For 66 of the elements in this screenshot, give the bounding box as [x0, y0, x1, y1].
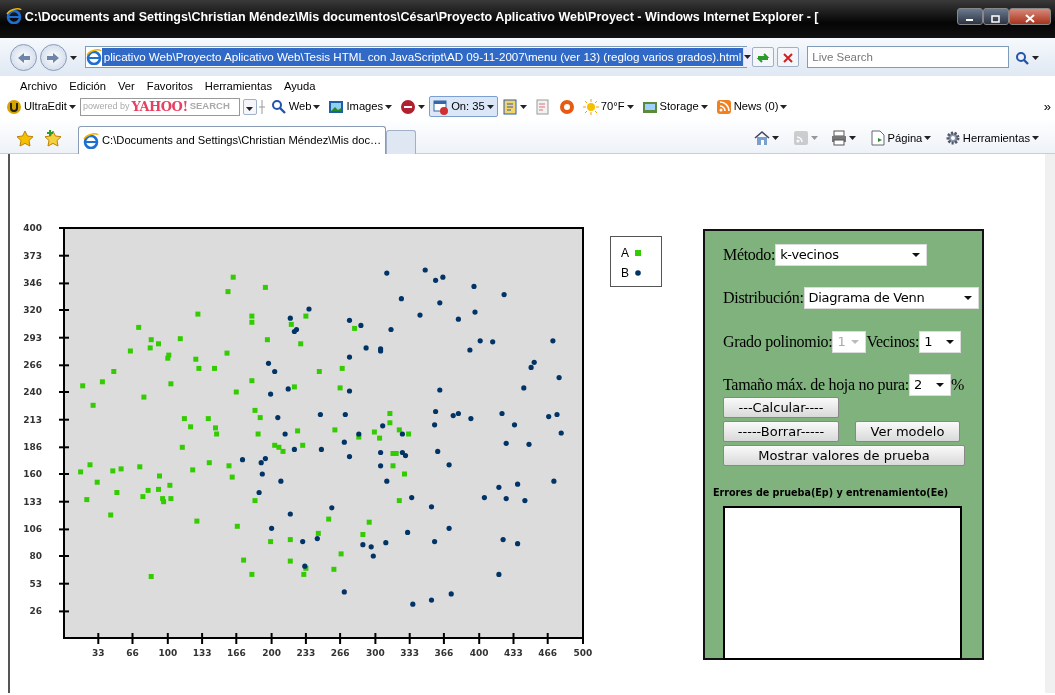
- view-model-button[interactable]: Ver modelo: [855, 421, 960, 442]
- y-tick-label: 373: [23, 250, 42, 261]
- clear-button[interactable]: -----Borrar-----: [723, 421, 839, 442]
- toolbar-button[interactable]: 70°F: [578, 96, 638, 117]
- legend-label: B: [621, 265, 629, 282]
- x-tick-label: 400: [469, 648, 489, 658]
- toolbar-button[interactable]: UltraEdit: [2, 96, 80, 117]
- y-tick-label: 106: [23, 524, 42, 535]
- command-button[interactable]: Página: [865, 130, 936, 147]
- section-heading: Errores de prueba(Ep) y entrenamiento(Ee): [713, 486, 950, 500]
- field-label: Distribución:: [723, 288, 804, 308]
- command-button[interactable]: Herramientas: [940, 130, 1043, 147]
- y-tick-label: 346: [23, 278, 42, 289]
- dropdown-select[interactable]: Diagrama de Venn: [803, 287, 979, 309]
- toolbar-button[interactable]: Storage: [637, 96, 712, 117]
- show-test-values-button[interactable]: Mostrar valores de prueba: [723, 445, 965, 466]
- search-field[interactable]: Live Search: [807, 46, 1010, 68]
- x-tick-label: 333: [400, 648, 420, 658]
- menu-item[interactable]: Favoritos: [140, 76, 199, 95]
- field-label: Tamaño máx. de hoja no pura:: [723, 375, 909, 396]
- menu-item[interactable]: Archivo: [14, 76, 64, 95]
- x-tick-label: 266: [330, 648, 350, 658]
- y-tick-label: 400: [23, 223, 42, 233]
- dropdown-select[interactable]: 1: [919, 331, 962, 353]
- x-tick-label: 500: [573, 648, 593, 658]
- menu-item[interactable]: Ayuda: [278, 76, 322, 95]
- toolbar-button[interactable]: Web: [266, 96, 325, 117]
- x-tick-label: 33: [92, 648, 105, 658]
- legend-label: A: [621, 245, 629, 262]
- y-tick-label: 160: [23, 469, 42, 479]
- y-tick-label: 133: [23, 496, 42, 507]
- x-tick-label: 100: [158, 648, 178, 658]
- more-chevron[interactable]: »: [1039, 96, 1055, 117]
- menu-item[interactable]: Edición: [63, 76, 112, 95]
- x-tick-label: 300: [366, 648, 385, 658]
- y-tick-label: 240: [23, 387, 42, 397]
- toolbar-button[interactable]: Images: [324, 96, 397, 117]
- toolbar-button[interactable]: News (0): [711, 96, 792, 117]
- toolbar-button[interactable]: On: 35: [429, 96, 498, 117]
- x-tick-label: 66: [126, 648, 139, 658]
- unit-label: %: [951, 375, 964, 395]
- field-label: Método:: [723, 245, 776, 265]
- x-tick-label: 433: [504, 648, 523, 658]
- x-tick-label: 366: [434, 648, 454, 658]
- y-tick-label: 213: [23, 414, 42, 425]
- y-tick-label: 293: [23, 332, 42, 343]
- browser-tab[interactable]: C:\Documents and Settings\Christian Méndez\Mis doc…: [78, 126, 387, 154]
- dropdown-select[interactable]: 2: [909, 374, 951, 396]
- y-tick-label: 53: [29, 578, 42, 589]
- x-tick-label: 466: [538, 648, 558, 658]
- y-tick-label: 186: [23, 442, 42, 453]
- calculate-button[interactable]: ---Calcular----: [723, 397, 839, 418]
- dropdown-select[interactable]: k-vecinos: [775, 244, 928, 266]
- menu-item[interactable]: Ver: [112, 76, 141, 95]
- menu-item[interactable]: Herramientas: [198, 76, 278, 95]
- x-tick-label: 200: [262, 648, 281, 658]
- window-title: C:\Documents and Settings\Christian Méndez\Mis documentos\César\Proyecto Aplicativo Web\Proyect - Windows Internet Explorer - [: [24, 9, 820, 26]
- x-tick-label: 133: [192, 648, 212, 658]
- x-tick-label: 166: [226, 648, 246, 658]
- y-tick-label: 80: [29, 551, 42, 561]
- field-label: Vecinos:: [866, 332, 920, 352]
- y-tick-label: 266: [23, 360, 42, 371]
- field-label: Grado polinomio:: [723, 332, 833, 353]
- y-tick-label: 320: [23, 305, 42, 315]
- y-tick-label: 26: [29, 606, 42, 617]
- x-tick-label: 233: [296, 648, 316, 658]
